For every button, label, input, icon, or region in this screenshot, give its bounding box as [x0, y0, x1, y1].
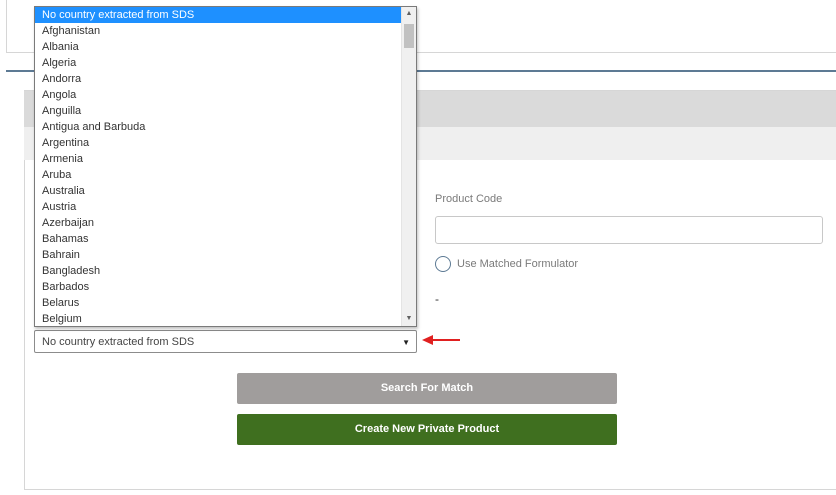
country-option[interactable]: Azerbaijan — [35, 215, 402, 231]
country-option[interactable]: Bangladesh — [35, 263, 402, 279]
country-option[interactable]: Australia — [35, 183, 402, 199]
country-option[interactable]: Algeria — [35, 55, 402, 71]
country-option[interactable]: Anguilla — [35, 103, 402, 119]
country-option[interactable]: Austria — [35, 199, 402, 215]
use-matched-formulator-radio[interactable] — [435, 256, 451, 272]
create-new-private-product-button[interactable]: Create New Private Product — [237, 414, 617, 445]
formulator-value: - — [435, 292, 439, 306]
country-option[interactable]: Albania — [35, 39, 402, 55]
country-option[interactable]: Angola — [35, 87, 402, 103]
scroll-up-icon[interactable]: ▲ — [402, 7, 416, 21]
red-arrow-icon — [422, 335, 460, 345]
dropdown-scrollbar[interactable]: ▲ ▼ — [401, 7, 416, 326]
scroll-down-icon[interactable]: ▼ — [402, 312, 416, 326]
country-option[interactable]: Afghanistan — [35, 23, 402, 39]
search-for-match-button[interactable]: Search For Match — [237, 373, 617, 404]
country-option[interactable]: Aruba — [35, 167, 402, 183]
scroll-thumb[interactable] — [404, 24, 414, 48]
country-dropdown-list[interactable]: No country extracted from SDS Afghanista… — [34, 6, 417, 327]
country-option[interactable]: Barbados — [35, 279, 402, 295]
country-select-value: No country extracted from SDS — [42, 336, 195, 348]
country-option[interactable]: Belgium — [35, 311, 402, 326]
country-option[interactable]: Belarus — [35, 295, 402, 311]
country-option[interactable]: Andorra — [35, 71, 402, 87]
country-option[interactable]: Armenia — [35, 151, 402, 167]
caret-down-icon: ▼ — [402, 338, 410, 347]
country-select[interactable]: No country extracted from SDS ▼ — [34, 330, 417, 353]
product-code-label: Product Code — [435, 193, 503, 205]
country-option[interactable]: Bahrain — [35, 247, 402, 263]
use-matched-formulator-label: Use Matched Formulator — [457, 258, 579, 270]
country-option-selected[interactable]: No country extracted from SDS — [35, 7, 402, 23]
country-option[interactable]: Argentina — [35, 135, 402, 151]
country-option[interactable]: Antigua and Barbuda — [35, 119, 402, 135]
product-code-input[interactable] — [435, 216, 823, 244]
country-options: No country extracted from SDS Afghanista… — [35, 7, 402, 326]
country-option[interactable]: Bahamas — [35, 231, 402, 247]
